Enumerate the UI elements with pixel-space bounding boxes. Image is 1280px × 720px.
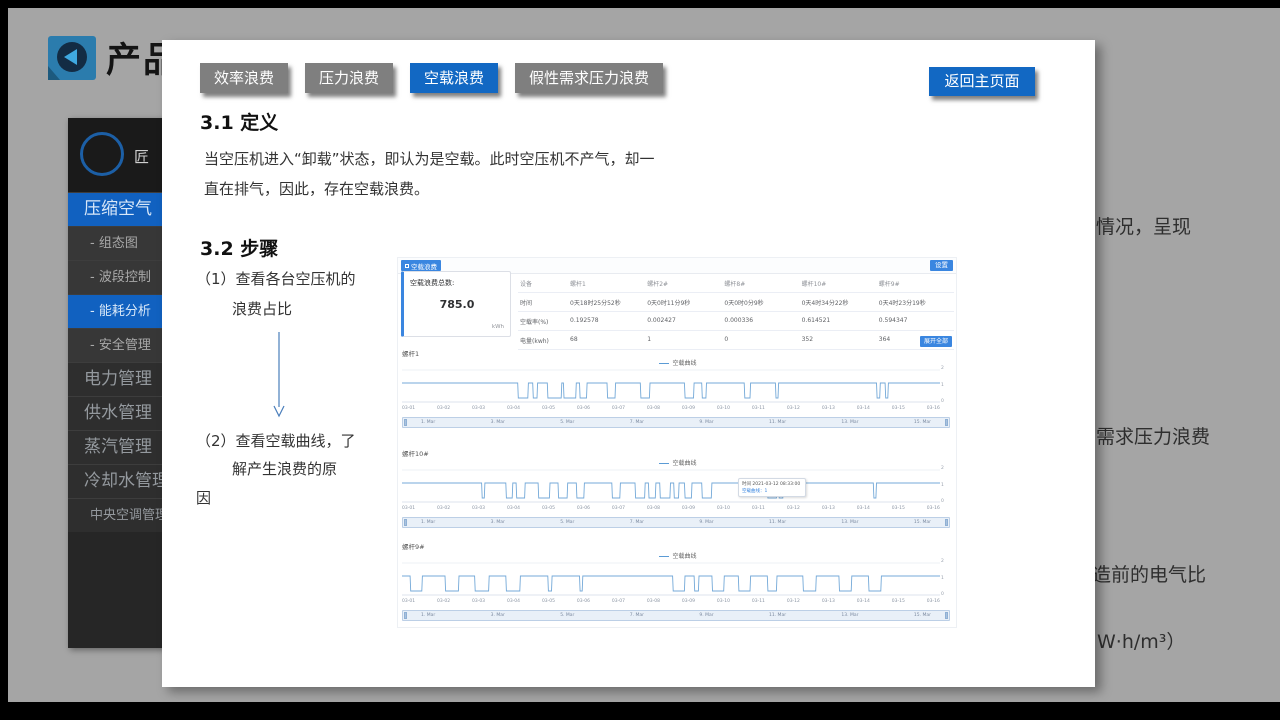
waste-tab-1[interactable]: 效率浪费	[200, 63, 288, 93]
waste-tab-4[interactable]: 假性需求压力浪费	[515, 63, 663, 93]
settings-button[interactable]: 设置	[930, 260, 953, 271]
table-header-cell: 设备	[518, 274, 568, 293]
navigator-handle-left[interactable]	[404, 419, 407, 426]
idle-waste-total-card: 空载浪费总数: 785.0 kWh	[401, 271, 511, 337]
idle-curve-chart-2: 螺杆10#空载曲线21003-0103-0203-0303-0403-0503-…	[400, 448, 956, 536]
legend-line-icon	[659, 463, 669, 464]
table-cell: 0天18时25分52秒	[568, 293, 645, 312]
navigator-labels: 1. Mar3. Mar5. Mar7. Mar9. Mar11. Mar13.…	[421, 611, 931, 620]
table-row-label: 时间	[518, 293, 568, 312]
navigator-labels: 1. Mar3. Mar5. Mar7. Mar9. Mar11. Mar13.…	[421, 518, 931, 527]
window-icon	[405, 264, 409, 268]
company-logo-text: 匠	[134, 146, 149, 167]
chart-title: 螺杆9#	[402, 541, 425, 551]
idle-curve-chart-1: 螺杆1空载曲线21003-0103-0203-0303-0403-0503-06…	[400, 348, 956, 436]
waste-tab-3[interactable]: 空载浪费	[410, 63, 498, 93]
idle-waste-title-button[interactable]: 空载浪费	[401, 260, 441, 271]
background-text-fragment: 情况，呈现	[1096, 212, 1191, 239]
chart-plot: 210	[402, 468, 940, 504]
table-header-cell: 螺杆8#	[722, 274, 799, 293]
idle-waste-title-label: 空载浪费	[411, 261, 437, 271]
table-cell: 0.594347	[877, 312, 954, 331]
chart-tooltip: 时间 2021-03-12 08:33:00空载曲线：1	[738, 478, 806, 497]
total-unit: kWh	[492, 324, 504, 330]
background-text-fragment: 需求压力浪费	[1096, 422, 1210, 449]
legend-line-icon	[659, 363, 669, 364]
idle-curve-chart-3: 螺杆9#空载曲线21003-0103-0203-0303-0403-0503-0…	[400, 541, 956, 629]
table-header-cell: 螺杆1	[568, 274, 645, 293]
chart-navigator[interactable]: 1. Mar3. Mar5. Mar7. Mar9. Mar11. Mar13.…	[402, 610, 950, 621]
chart-title: 螺杆1	[402, 348, 419, 358]
idle-curve-svg	[402, 561, 940, 597]
legend-label: 空载曲线	[672, 460, 696, 467]
table-cell: 0天0时11分9秒	[645, 293, 722, 312]
table-cell: 0天4时23分19秒	[877, 293, 954, 312]
navigator-handle-left[interactable]	[404, 519, 407, 526]
chart-navigator[interactable]: 1. Mar3. Mar5. Mar7. Mar9. Mar11. Mar13.…	[402, 517, 950, 528]
expand-all-button[interactable]: 展开全部	[920, 336, 952, 347]
legend-line-icon	[659, 556, 669, 557]
tooltip-series-value: 空载曲线：1	[742, 488, 802, 494]
y-axis-labels: 210	[941, 559, 951, 597]
step1-text-line1: （1）查看各台空压机的	[196, 268, 356, 289]
steps-heading: 3.2 步骤	[200, 234, 278, 261]
down-arrow-icon	[272, 332, 286, 422]
idle-curve-svg	[402, 468, 940, 504]
table-row-label: 空载率(%)	[518, 312, 568, 331]
navigator-labels: 1. Mar3. Mar5. Mar7. Mar9. Mar11. Mar13.…	[421, 418, 931, 427]
x-axis-labels: 03-0103-0203-0303-0403-0503-0603-0703-08…	[402, 599, 940, 604]
company-logo-icon	[80, 132, 124, 176]
table-cell: 0天0时0分9秒	[722, 293, 799, 312]
background-text-fragment: 造前的电气比	[1092, 560, 1206, 587]
chart-plot: 210	[402, 561, 940, 597]
definition-heading: 3.1 定义	[200, 108, 278, 135]
legend-label: 空载曲线	[672, 360, 696, 367]
definition-text-line1: 当空压机进入“卸载”状态，即认为是空载。此时空压机不产气，却一	[204, 148, 655, 169]
chart-navigator[interactable]: 1. Mar3. Mar5. Mar7. Mar9. Mar11. Mar13.…	[402, 417, 950, 428]
y-axis-labels: 210	[941, 366, 951, 404]
chart-plot: 210	[402, 368, 940, 404]
step2-text-line1: （2）查看空载曲线，了	[196, 430, 356, 451]
step1-text-line2: 浪费占比	[232, 298, 292, 319]
y-axis-labels: 210	[941, 466, 951, 504]
navigator-handle-left[interactable]	[404, 612, 407, 619]
x-axis-labels: 03-0103-0203-0303-0403-0503-0603-0703-08…	[402, 406, 940, 411]
table-header-cell: 螺杆10#	[800, 274, 877, 293]
return-home-button[interactable]: 返回主页面	[929, 67, 1035, 96]
chart-legend[interactable]: 空载曲线	[400, 458, 956, 467]
chart-legend[interactable]: 空载曲线	[400, 358, 956, 367]
waste-tab-2[interactable]: 压力浪费	[305, 63, 393, 93]
table-header-cell: 螺杆9#	[877, 274, 954, 293]
slide-stage: 产品 匠 压缩空气- 组态图- 波段控制- 能耗分析- 安全管理电力管理供水管理…	[8, 8, 1280, 702]
navigator-handle-right[interactable]	[945, 419, 948, 426]
step2-text-line3: 因	[196, 487, 211, 508]
table-cell: 0.000336	[722, 312, 799, 331]
content-modal: 效率浪费压力浪费空载浪费假性需求压力浪费 返回主页面 3.1 定义 当空压机进入…	[162, 40, 1095, 687]
back-arrow-icon	[48, 36, 98, 82]
navigator-handle-right[interactable]	[945, 612, 948, 619]
back-button[interactable]	[48, 36, 98, 82]
device-table: 设备螺杆1螺杆2#螺杆8#螺杆10#螺杆9# 时间0天18时25分52秒0天0时1…	[518, 274, 954, 350]
total-value: 785.0	[404, 298, 510, 311]
table-cell: 0.002427	[645, 312, 722, 331]
definition-text-line2: 直在排气，因此，存在空载浪费。	[204, 178, 429, 199]
step2-text-line2: 解产生浪费的原	[232, 458, 337, 479]
waste-tabs: 效率浪费压力浪费空载浪费假性需求压力浪费	[200, 63, 663, 93]
chart-legend[interactable]: 空载曲线	[400, 551, 956, 560]
table-cell: 0.614521	[800, 312, 877, 331]
idle-curve-svg	[402, 368, 940, 404]
idle-waste-dashboard: 空载浪费 设置 空载浪费总数: 785.0 kWh 设备螺杆1螺杆2#螺杆8#螺…	[397, 257, 957, 628]
total-label: 空载浪费总数:	[410, 278, 454, 288]
legend-label: 空载曲线	[672, 553, 696, 560]
navigator-handle-right[interactable]	[945, 519, 948, 526]
background-text-fragment: W·h/m³）	[1097, 627, 1185, 654]
table-cell: 0天4时34分22秒	[800, 293, 877, 312]
x-axis-labels: 03-0103-0203-0303-0403-0503-0603-0703-08…	[402, 506, 940, 511]
table-header-cell: 螺杆2#	[645, 274, 722, 293]
tooltip-time: 时间 2021-03-12 08:33:00	[742, 481, 802, 487]
table-cell: 0.192578	[568, 312, 645, 331]
chart-title: 螺杆10#	[402, 448, 429, 458]
